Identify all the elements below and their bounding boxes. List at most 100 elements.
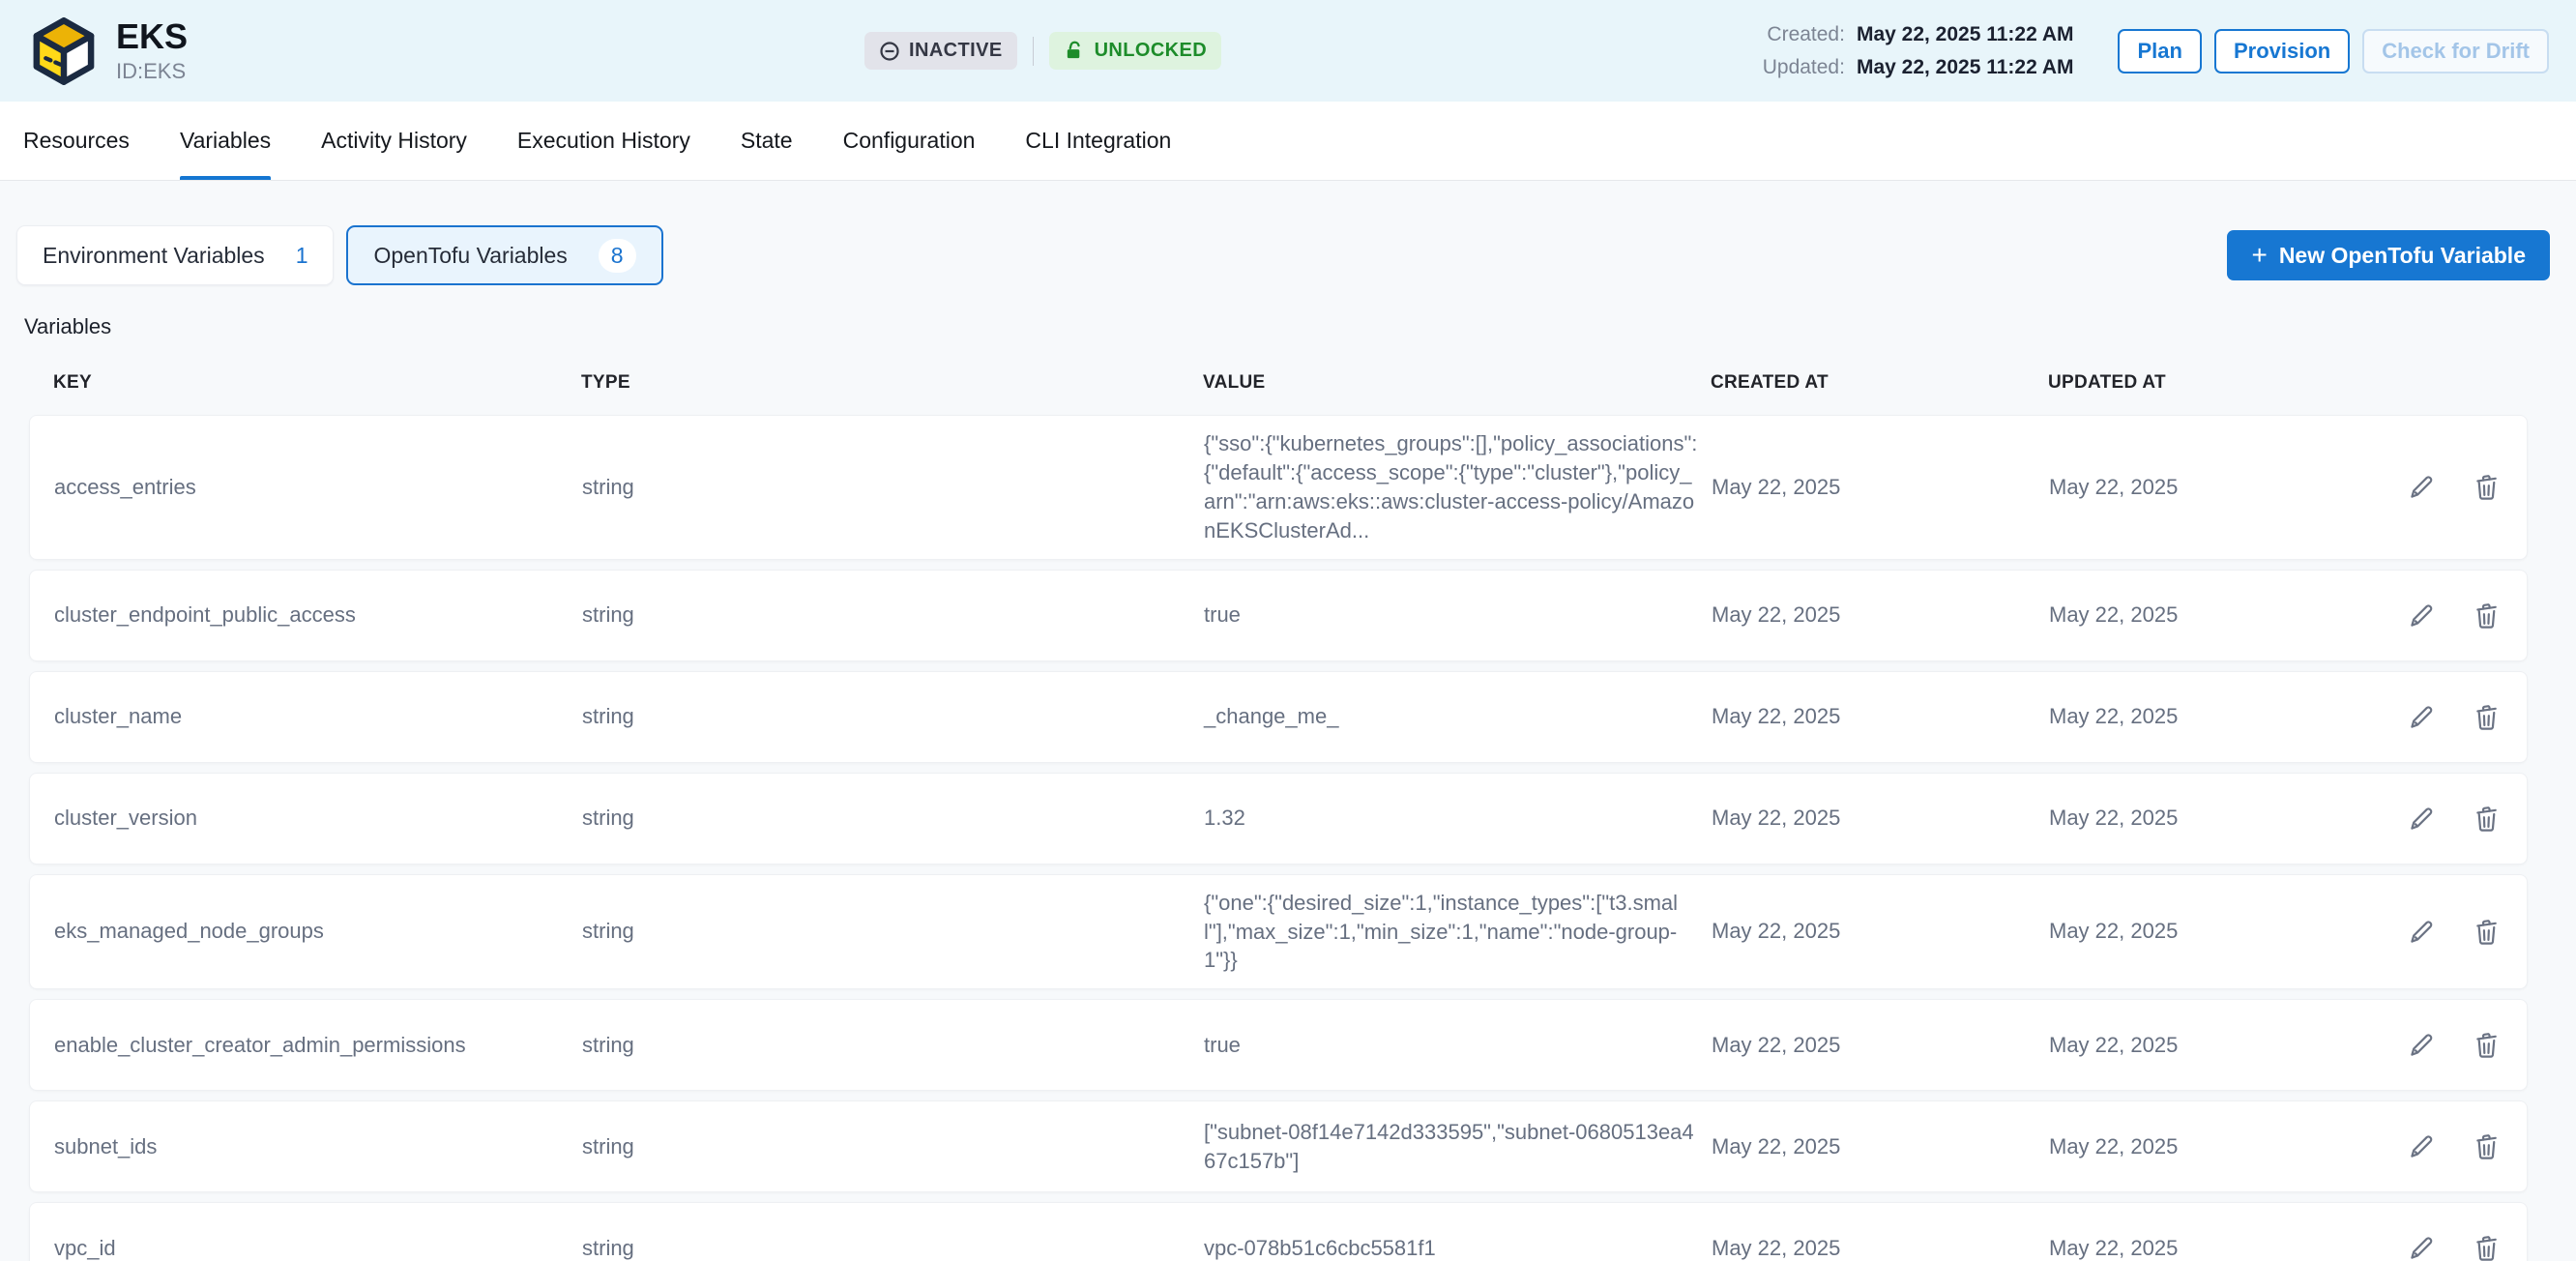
variable-type: string bbox=[582, 475, 1204, 500]
pencil-icon bbox=[2407, 1233, 2437, 1261]
variable-key: vpc_id bbox=[54, 1236, 582, 1261]
new-opentofu-variable-label: New OpenTofu Variable bbox=[2279, 243, 2526, 269]
pencil-icon bbox=[2407, 601, 2437, 630]
variable-value: _change_me_ bbox=[1204, 702, 1712, 731]
delete-variable-button[interactable] bbox=[2472, 472, 2502, 502]
column-header-type: TYPE bbox=[581, 372, 1203, 394]
delete-variable-button[interactable] bbox=[2472, 917, 2502, 947]
variable-created-at: May 22, 2025 bbox=[1712, 919, 2049, 944]
variable-value: 1.32 bbox=[1204, 804, 1712, 833]
row-actions bbox=[2407, 917, 2531, 947]
lock-status-badge: UNLOCKED bbox=[1049, 32, 1222, 70]
trash-icon bbox=[2472, 472, 2502, 502]
opentofu-variables-label: OpenTofu Variables bbox=[373, 243, 567, 269]
column-header-value: VALUE bbox=[1203, 372, 1711, 394]
table-row: vpc_id string vpc-078b51c6cbc5581f1 May … bbox=[29, 1202, 2528, 1261]
variable-updated-at: May 22, 2025 bbox=[2049, 1033, 2407, 1058]
updated-value: May 22, 2025 11:22 AM bbox=[1857, 56, 2074, 79]
trash-icon bbox=[2472, 702, 2502, 732]
environment-variables-count: 1 bbox=[296, 243, 308, 269]
variable-created-at: May 22, 2025 bbox=[1712, 1134, 2049, 1159]
variable-updated-at: May 22, 2025 bbox=[2049, 1134, 2407, 1159]
delete-variable-button[interactable] bbox=[2472, 1131, 2502, 1161]
delete-variable-button[interactable] bbox=[2472, 1030, 2502, 1060]
page-title: EKS bbox=[116, 17, 188, 56]
variable-type: string bbox=[582, 806, 1204, 831]
variable-key: cluster_version bbox=[54, 806, 582, 831]
status-badge: INACTIVE bbox=[864, 32, 1017, 70]
table-row: eks_managed_node_groups string {"one":{"… bbox=[29, 874, 2528, 990]
delete-variable-button[interactable] bbox=[2472, 804, 2502, 834]
new-opentofu-variable-button[interactable]: + New OpenTofu Variable bbox=[2227, 230, 2550, 280]
tab-configuration[interactable]: Configuration bbox=[843, 102, 976, 180]
tab-execution-history[interactable]: Execution History bbox=[517, 102, 690, 180]
variable-type: string bbox=[582, 704, 1204, 729]
check-for-drift-button[interactable]: Check for Drift bbox=[2362, 29, 2549, 73]
variable-updated-at: May 22, 2025 bbox=[2049, 704, 2407, 729]
edit-variable-button[interactable] bbox=[2407, 1030, 2437, 1060]
trash-icon bbox=[2472, 1233, 2502, 1261]
badge-divider bbox=[1033, 37, 1034, 66]
table-row: subnet_ids string ["subnet-08f14e7142d33… bbox=[29, 1100, 2528, 1192]
variable-updated-at: May 22, 2025 bbox=[2049, 1236, 2407, 1261]
unlocked-padlock-icon bbox=[1064, 40, 1086, 62]
table-row: cluster_version string 1.32 May 22, 2025… bbox=[29, 773, 2528, 865]
variables-section-title: Variables bbox=[24, 314, 2550, 339]
tab-state[interactable]: State bbox=[741, 102, 793, 180]
row-actions bbox=[2407, 1233, 2531, 1261]
delete-variable-button[interactable] bbox=[2472, 601, 2502, 630]
created-label: Created: bbox=[1756, 23, 1845, 46]
environment-variables-label: Environment Variables bbox=[43, 243, 265, 269]
edit-variable-button[interactable] bbox=[2407, 601, 2437, 630]
variable-type: string bbox=[582, 1236, 1204, 1261]
header-actions: Plan Provision Check for Drift bbox=[2118, 29, 2549, 73]
provision-button[interactable]: Provision bbox=[2214, 29, 2350, 73]
variable-value: true bbox=[1204, 601, 1712, 630]
variable-key: subnet_ids bbox=[54, 1134, 582, 1159]
table-row: cluster_name string _change_me_ May 22, … bbox=[29, 671, 2528, 763]
variable-created-at: May 22, 2025 bbox=[1712, 1033, 2049, 1058]
row-actions bbox=[2407, 1030, 2531, 1060]
tab-resources[interactable]: Resources bbox=[23, 102, 130, 180]
delete-variable-button[interactable] bbox=[2472, 1233, 2502, 1261]
plan-button[interactable]: Plan bbox=[2118, 29, 2201, 73]
variable-created-at: May 22, 2025 bbox=[1712, 475, 2049, 500]
tab-activity-history[interactable]: Activity History bbox=[321, 102, 467, 180]
variable-updated-at: May 22, 2025 bbox=[2049, 806, 2407, 831]
pencil-icon bbox=[2407, 1030, 2437, 1060]
status-badge-label: INACTIVE bbox=[909, 40, 1003, 62]
trash-icon bbox=[2472, 1030, 2502, 1060]
edit-variable-button[interactable] bbox=[2407, 702, 2437, 732]
variable-created-at: May 22, 2025 bbox=[1712, 704, 2049, 729]
table-row: access_entries string {"sso":{"kubernete… bbox=[29, 415, 2528, 560]
tab-variables[interactable]: Variables bbox=[180, 102, 271, 180]
header-right: Created: May 22, 2025 11:22 AM Updated: … bbox=[1756, 23, 2549, 79]
created-line: Created: May 22, 2025 11:22 AM bbox=[1756, 23, 2074, 46]
opentofu-variables-subtab[interactable]: OpenTofu Variables 8 bbox=[346, 225, 662, 285]
trash-icon bbox=[2472, 1131, 2502, 1161]
table-body: access_entries string {"sso":{"kubernete… bbox=[29, 415, 2528, 1261]
environment-dates: Created: May 22, 2025 11:22 AM Updated: … bbox=[1756, 23, 2074, 79]
trash-icon bbox=[2472, 917, 2502, 947]
edit-variable-button[interactable] bbox=[2407, 1131, 2437, 1161]
row-actions bbox=[2407, 601, 2531, 630]
delete-variable-button[interactable] bbox=[2472, 702, 2502, 732]
edit-variable-button[interactable] bbox=[2407, 1233, 2437, 1261]
edit-variable-button[interactable] bbox=[2407, 804, 2437, 834]
edit-variable-button[interactable] bbox=[2407, 472, 2437, 502]
variable-key: eks_managed_node_groups bbox=[54, 919, 582, 944]
variable-type: string bbox=[582, 1033, 1204, 1058]
variable-key: enable_cluster_creator_admin_permissions bbox=[54, 1033, 582, 1058]
edit-variable-button[interactable] bbox=[2407, 917, 2437, 947]
tab-cli-integration[interactable]: CLI Integration bbox=[1025, 102, 1171, 180]
lock-badge-label: UNLOCKED bbox=[1095, 40, 1208, 62]
environment-variables-subtab[interactable]: Environment Variables 1 bbox=[16, 225, 334, 285]
app-header: EKS ID:EKS INACTIVE UNLOCKED Created: Ma… bbox=[0, 0, 2576, 102]
pencil-icon bbox=[2407, 702, 2437, 732]
variable-updated-at: May 22, 2025 bbox=[2049, 475, 2407, 500]
row-actions bbox=[2407, 1131, 2531, 1161]
table-row: cluster_endpoint_public_access string tr… bbox=[29, 570, 2528, 661]
column-header-created-at: CREATED AT bbox=[1711, 372, 2048, 394]
variable-type: string bbox=[582, 1134, 1204, 1159]
variable-type: string bbox=[582, 919, 1204, 944]
